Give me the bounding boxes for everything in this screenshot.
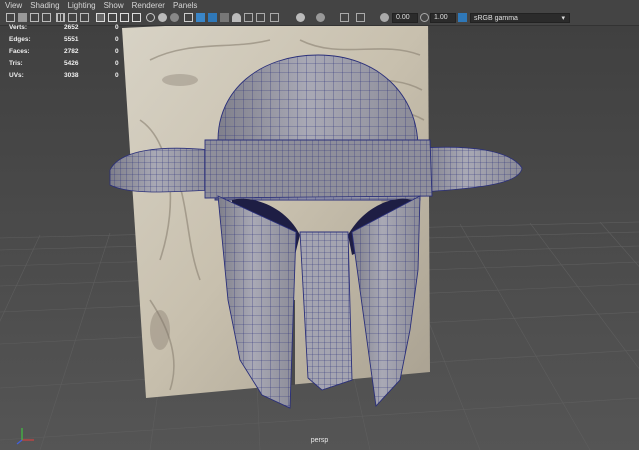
hud-label: Tris:: [9, 60, 23, 67]
menu-view[interactable]: View: [5, 0, 22, 11]
safe-action-icon[interactable]: [120, 13, 129, 22]
wireframe-icon[interactable]: [146, 13, 155, 22]
hud-selected: 0: [115, 72, 119, 79]
use-lights-icon[interactable]: [208, 13, 217, 22]
menu-show[interactable]: Show: [104, 0, 124, 11]
hud-label: Faces:: [9, 48, 30, 55]
multisample-aa-icon[interactable]: [270, 13, 279, 22]
menu-panels[interactable]: Panels: [173, 0, 197, 11]
hud-value: 5426: [64, 60, 79, 67]
hud-row-tris: Tris: 5426 0: [9, 60, 124, 70]
view-transform-icon[interactable]: [458, 13, 467, 22]
hud-row-verts: Verts: 2652 0: [9, 24, 124, 34]
hud-row-faces: Faces: 2782 0: [9, 48, 124, 58]
maya-viewport[interactable]: View Shading Lighting Show Renderer Pane…: [0, 0, 639, 450]
menu-renderer[interactable]: Renderer: [132, 0, 165, 11]
color-space-dropdown[interactable]: sRGB gamma ▾: [470, 13, 570, 23]
color-space-label: sRGB gamma: [474, 15, 518, 22]
screen-space-ao-icon[interactable]: [244, 13, 253, 22]
hud-selected: 0: [115, 36, 119, 43]
menu-lighting[interactable]: Lighting: [68, 0, 96, 11]
menu-shading[interactable]: Shading: [30, 0, 59, 11]
gate-mask-icon[interactable]: [96, 13, 105, 22]
camera-attributes-icon[interactable]: [18, 13, 27, 22]
xray-icon[interactable]: [196, 13, 205, 22]
hud-row-edges: Edges: 5551 0: [9, 36, 124, 46]
hud-value: 5551: [64, 36, 79, 43]
panel-menu-bar: View Shading Lighting Show Renderer Pane…: [0, 0, 639, 11]
gamma-icon[interactable]: [420, 13, 429, 22]
hud-row-uvs: UVs: 3038 0: [9, 72, 124, 82]
default-material-icon[interactable]: [170, 13, 179, 22]
motion-blur-icon[interactable]: [256, 13, 265, 22]
hud-selected: 0: [115, 60, 119, 67]
bookmark-icon[interactable]: [30, 13, 39, 22]
image-plane-icon[interactable]: [42, 13, 51, 22]
hud-label: Verts:: [9, 24, 28, 31]
exposure-icon[interactable]: [380, 13, 389, 22]
gamma-field[interactable]: [430, 13, 456, 23]
camera-name-label: persp: [310, 437, 329, 444]
isolate-select-icon[interactable]: [316, 13, 325, 22]
field-chart-icon[interactable]: [108, 13, 117, 22]
exposure-field[interactable]: [392, 13, 418, 23]
grid-icon[interactable]: [56, 13, 65, 22]
camera-select-icon[interactable]: [6, 13, 15, 22]
hud-selected: 0: [115, 24, 119, 31]
resolution-gate-icon[interactable]: [80, 13, 89, 22]
film-gate-icon[interactable]: [68, 13, 77, 22]
hud-selected: 0: [115, 48, 119, 55]
hud-value: 3038: [64, 72, 79, 79]
hud-value: 2652: [64, 24, 79, 31]
wireframe-on-shaded-icon[interactable]: [184, 13, 193, 22]
depth-of-field-icon[interactable]: [296, 13, 305, 22]
smooth-shade-icon[interactable]: [158, 13, 167, 22]
hud-label: Edges:: [9, 36, 31, 43]
chevron-down-icon: ▾: [561, 15, 565, 22]
xray-joints-icon[interactable]: [340, 13, 349, 22]
safe-title-icon[interactable]: [132, 13, 141, 22]
hud-value: 2782: [64, 48, 79, 55]
hud-label: UVs:: [9, 72, 24, 79]
shadows-icon[interactable]: [232, 13, 241, 22]
xray-active-icon[interactable]: [356, 13, 365, 22]
textured-icon[interactable]: [220, 13, 229, 22]
